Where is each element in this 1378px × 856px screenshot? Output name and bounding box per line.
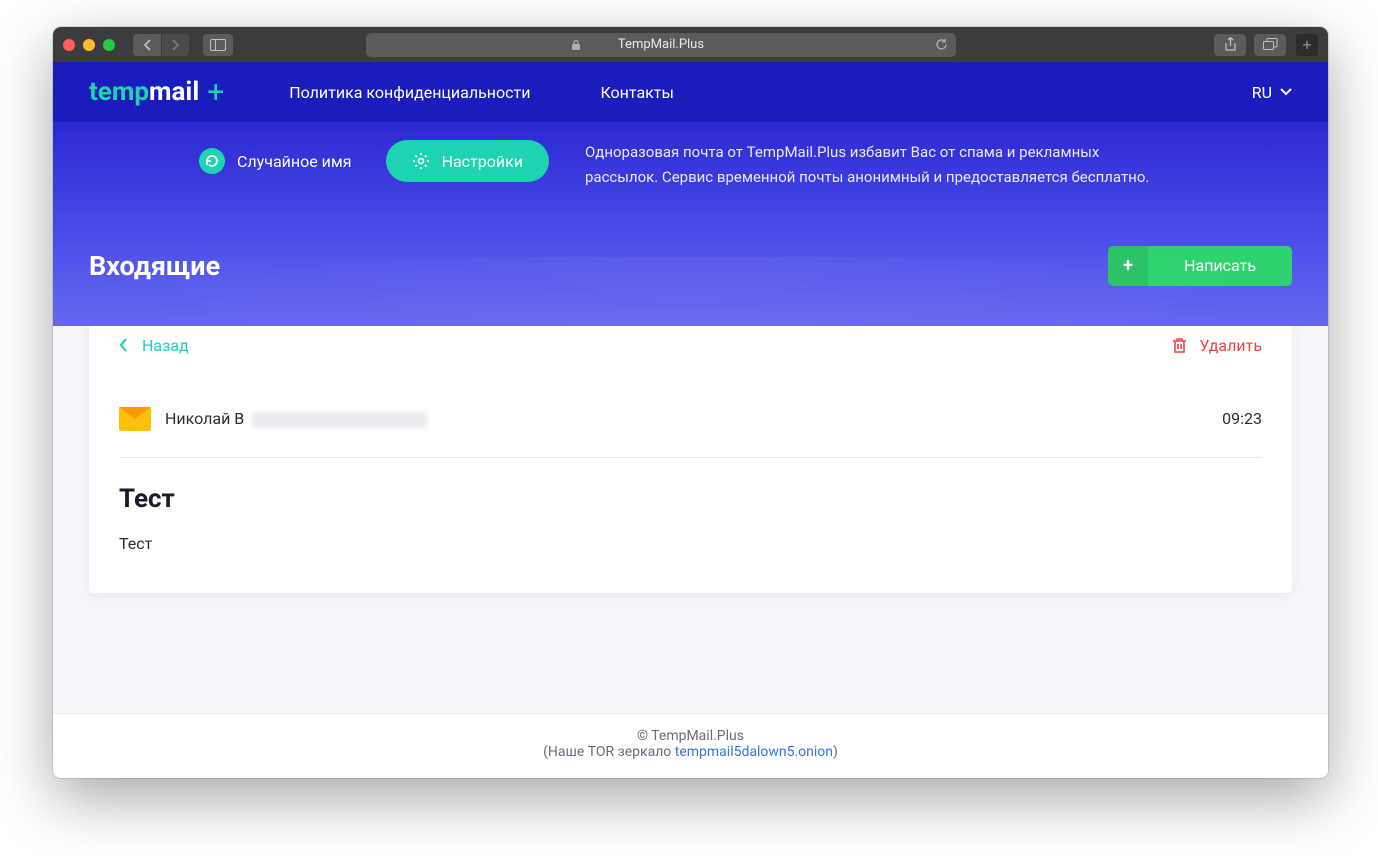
lock-icon bbox=[571, 39, 581, 51]
nav-arrows bbox=[133, 34, 189, 56]
language-label: RU bbox=[1252, 83, 1272, 102]
nav-contacts[interactable]: Контакты bbox=[600, 83, 673, 102]
browser-chrome: TempMail.Plus + bbox=[53, 27, 1328, 62]
sender-text: Николай В bbox=[165, 409, 244, 428]
footer: © TempMail.Plus (Наше TOR зеркало tempma… bbox=[53, 713, 1328, 778]
sidebar-toggle-button[interactable] bbox=[203, 34, 233, 56]
sender-email-blurred bbox=[252, 412, 427, 428]
compose-label: Написать bbox=[1148, 256, 1292, 275]
back-label: Назад bbox=[142, 336, 189, 355]
tabs-button[interactable] bbox=[1254, 34, 1286, 56]
logo-plus: + bbox=[207, 75, 224, 110]
new-tab-button[interactable]: + bbox=[1296, 34, 1318, 56]
message-time: 09:23 bbox=[1222, 409, 1262, 428]
nav-links: Политика конфиденциальности Контакты bbox=[289, 83, 674, 102]
back-link[interactable]: Назад bbox=[119, 336, 189, 355]
top-nav: tempmail + Политика конфиденциальности Ко… bbox=[53, 62, 1328, 122]
delete-link[interactable]: Удалить bbox=[1172, 336, 1262, 355]
mail-icon bbox=[119, 407, 151, 431]
hero: Случайное имя Настройки Одноразовая почт… bbox=[53, 122, 1328, 326]
message-card: Назад Удалить Николай В bbox=[89, 314, 1292, 593]
random-name-label: Случайное имя bbox=[237, 152, 352, 171]
address-bar[interactable]: TempMail.Plus bbox=[366, 33, 956, 57]
message-meta: Николай В 09:23 bbox=[119, 373, 1262, 458]
settings-button[interactable]: Настройки bbox=[386, 140, 549, 182]
inbox-header: Входящие + Написать bbox=[89, 246, 1292, 286]
logo[interactable]: tempmail + bbox=[89, 75, 224, 110]
chevron-down-icon bbox=[1280, 88, 1292, 96]
compose-button[interactable]: + Написать bbox=[1108, 246, 1292, 286]
hero-description: Одноразовая почта от TempMail.Plus избав… bbox=[585, 140, 1165, 190]
random-name-button[interactable]: Случайное имя bbox=[199, 148, 352, 174]
logo-temp: temp bbox=[89, 77, 149, 107]
browser-window: TempMail.Plus + tempmail + bbox=[53, 27, 1328, 778]
hero-actions: Случайное имя Настройки bbox=[199, 140, 549, 182]
message-subject: Тест bbox=[119, 484, 1262, 514]
reload-icon[interactable] bbox=[935, 38, 948, 51]
site-content: tempmail + Политика конфиденциальности Ко… bbox=[53, 62, 1328, 778]
close-window-button[interactable] bbox=[63, 39, 75, 51]
trash-icon bbox=[1172, 337, 1187, 354]
minimize-window-button[interactable] bbox=[83, 39, 95, 51]
message-body: Тест bbox=[119, 534, 1262, 553]
mirror-suffix: ) bbox=[833, 744, 838, 760]
logo-mail: mail bbox=[149, 77, 199, 107]
maximize-window-button[interactable] bbox=[103, 39, 115, 51]
inbox-title: Входящие bbox=[89, 250, 220, 282]
nav-privacy[interactable]: Политика конфиденциальности bbox=[289, 83, 530, 102]
address-text: TempMail.Plus bbox=[618, 37, 704, 52]
forward-button[interactable] bbox=[161, 34, 189, 56]
language-selector[interactable]: RU bbox=[1252, 83, 1292, 102]
mirror-link[interactable]: tempmail5dalown5.onion bbox=[675, 744, 833, 760]
refresh-icon bbox=[199, 148, 225, 174]
back-button[interactable] bbox=[133, 34, 161, 56]
delete-label: Удалить bbox=[1199, 336, 1262, 355]
window-controls bbox=[63, 39, 115, 51]
plus-icon: + bbox=[1108, 246, 1148, 286]
settings-label: Настройки bbox=[442, 152, 523, 171]
sender-name: Николай В bbox=[165, 409, 427, 428]
gear-icon bbox=[412, 152, 430, 170]
toolbar-right: + bbox=[1214, 34, 1318, 56]
share-button[interactable] bbox=[1214, 34, 1246, 56]
card-area: Назад Удалить Николай В bbox=[53, 314, 1328, 714]
chevron-left-icon bbox=[119, 338, 128, 352]
footer-copyright: © TempMail.Plus bbox=[53, 728, 1328, 744]
mirror-prefix: (Наше TOR зеркало bbox=[543, 744, 675, 760]
footer-mirror: (Наше TOR зеркало tempmail5dalown5.onion… bbox=[53, 744, 1328, 760]
